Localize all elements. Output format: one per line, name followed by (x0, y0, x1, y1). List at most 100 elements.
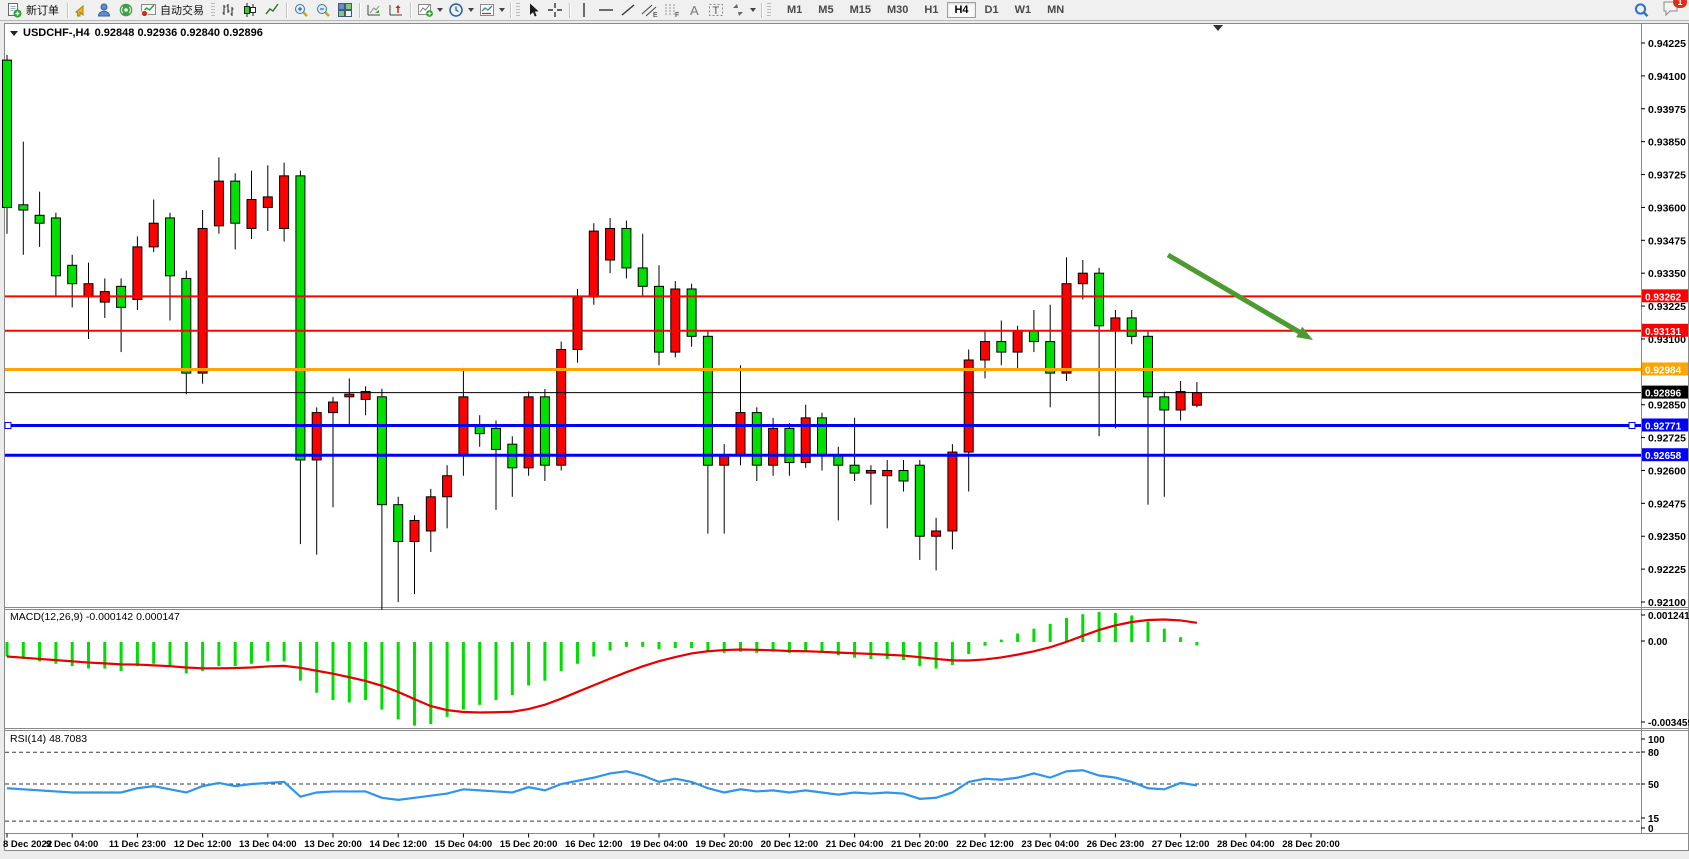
top-toolbar: 新订单 自动交易 (0, 0, 1689, 21)
time-tick-label: 26 Dec 23:00 (1087, 839, 1145, 850)
zoom-in-icon[interactable] (290, 1, 312, 20)
price-tick-label: 0.93350 (1648, 268, 1686, 280)
price-tick-label: 0.93475 (1648, 235, 1686, 247)
price-tag-label: 0.93131 (1645, 327, 1682, 338)
toolbar-right-group: 1 (1630, 0, 1680, 21)
chart-window-background (5, 24, 1689, 851)
chart-canvas[interactable]: 0.942250.941000.939750.938500.937250.936… (0, 0, 1689, 859)
timeframe-m1[interactable]: M1 (780, 2, 809, 18)
signals-icon[interactable] (93, 1, 115, 20)
svg-text:A: A (690, 3, 699, 18)
search-icon[interactable] (1630, 1, 1652, 20)
price-tick-label: 0.94225 (1648, 38, 1686, 50)
news-broadcast-icon[interactable] (115, 1, 137, 20)
line-selection-handle (1629, 422, 1635, 428)
chat-button[interactable]: 1 (1662, 0, 1680, 21)
fibonacci-tool-icon[interactable]: F (661, 1, 683, 20)
price-tick-label: 0.93600 (1648, 202, 1686, 214)
profiles-clock-icon[interactable] (445, 1, 467, 20)
price-tick-label: 0.92850 (1648, 400, 1686, 412)
new-order-label[interactable]: 新订单 (26, 2, 59, 18)
template-dropdown-caret[interactable] (499, 8, 505, 12)
time-tick-label: 14 Dec 12:00 (369, 839, 427, 850)
timeframe-d1[interactable]: D1 (978, 2, 1006, 18)
timeframe-m5[interactable]: M5 (811, 2, 840, 18)
timeframe-m30[interactable]: M30 (880, 2, 915, 18)
line-selection-handle (5, 422, 11, 428)
timeframe-mn[interactable]: MN (1040, 2, 1071, 18)
timeframe-h1[interactable]: H1 (917, 2, 945, 18)
time-tick-label: 19 Dec 20:00 (695, 839, 753, 850)
price-tick-label: 0.93975 (1648, 104, 1686, 116)
toolbar-separator (359, 3, 360, 18)
price-tick-label: 0.92725 (1648, 433, 1686, 445)
new-chart-dropdown-caret[interactable] (437, 8, 443, 12)
crosshair-icon[interactable] (544, 1, 566, 20)
autotrading-icon[interactable] (137, 1, 159, 20)
toolbar-separator (286, 3, 287, 18)
equidistant-channel-tool-icon[interactable]: E (639, 1, 661, 20)
time-tick-label: 13 Dec 04:00 (239, 839, 297, 850)
svg-text:F: F (675, 12, 679, 18)
line-chart-type-icon[interactable] (261, 1, 283, 20)
toolbar-separator (510, 3, 511, 18)
text-tool-icon[interactable]: A (683, 1, 705, 20)
symbol-dropdown-icon[interactable] (10, 31, 18, 36)
timeframe-m15[interactable]: M15 (843, 2, 878, 18)
new-chart-icon[interactable] (414, 1, 436, 20)
price-tag-label: 0.92658 (1645, 451, 1682, 462)
arrows-tool-icon[interactable] (727, 1, 749, 20)
time-tick-label: 13 Dec 20:00 (304, 839, 362, 850)
cursor-pointer-icon[interactable] (522, 1, 544, 20)
marketplace-icon[interactable] (71, 1, 93, 20)
toolbar-grip (767, 3, 771, 17)
time-tick-label: 28 Dec 20:00 (1282, 839, 1340, 850)
new-order-icon[interactable] (3, 1, 25, 20)
chart-shift-icon[interactable] (385, 1, 407, 20)
macd-axis-label: 0.001241 (1648, 611, 1689, 622)
price-tick-label: 0.94100 (1648, 71, 1686, 83)
timeframe-h4[interactable]: H4 (947, 2, 975, 18)
rsi-axis-label: 50 (1648, 780, 1660, 791)
symbol-period-label: USDCHF-,H4 (23, 27, 90, 39)
horizontal-line-tool-icon[interactable] (595, 1, 617, 20)
timeframe-w1[interactable]: W1 (1008, 2, 1039, 18)
trendline-tool-icon[interactable] (617, 1, 639, 20)
time-tick-label: 21 Dec 04:00 (826, 839, 884, 850)
time-tick-label: 11 Dec 23:00 (109, 839, 166, 850)
arrows-dropdown-caret[interactable] (750, 8, 756, 12)
auto-scroll-icon[interactable] (363, 1, 385, 20)
text-label-tool-icon[interactable]: T (705, 1, 727, 20)
time-tick-label: 22 Dec 12:00 (956, 839, 1014, 850)
profiles-dropdown-caret[interactable] (468, 8, 474, 12)
macd-axis-label: -0.003459 (1648, 718, 1689, 729)
time-tick-label: 15 Dec 20:00 (500, 839, 558, 850)
svg-text:T: T (713, 5, 720, 17)
chat-unread-badge: 1 (1673, 0, 1687, 8)
price-tag-label: 0.92771 (1645, 421, 1682, 432)
time-tick-label: 27 Dec 12:00 (1152, 839, 1210, 850)
price-tag-label: 0.92896 (1645, 389, 1682, 400)
time-tick-label: 19 Dec 04:00 (630, 839, 688, 850)
chart-header[interactable]: USDCHF-,H4 0.92848 0.92936 0.92840 0.928… (10, 27, 263, 39)
price-tick-label: 0.92475 (1648, 498, 1686, 510)
time-tick-label: 20 Dec 12:00 (761, 839, 819, 850)
price-tag-label: 0.92984 (1645, 365, 1682, 376)
time-tick-label: 21 Dec 20:00 (891, 839, 949, 850)
toolbar-grip (516, 3, 520, 17)
candlestick-chart-type-icon[interactable] (239, 1, 261, 20)
zoom-out-icon[interactable] (312, 1, 334, 20)
vertical-line-tool-icon[interactable] (573, 1, 595, 20)
rsi-indicator-label: RSI(14) 48.7083 (10, 733, 87, 745)
indicators-template-icon[interactable] (476, 1, 498, 20)
time-tick-label: 15 Dec 04:00 (435, 839, 493, 850)
price-tick-label: 0.93850 (1648, 137, 1686, 149)
ohlc-readout: 0.92848 0.92936 0.92840 0.92896 (95, 27, 263, 39)
time-tick-label: 9 Dec 04:00 (46, 839, 98, 850)
macd-indicator-label: MACD(12,26,9) -0.000142 0.000147 (10, 611, 180, 623)
bar-chart-type-icon[interactable] (217, 1, 239, 20)
tile-windows-icon[interactable] (334, 1, 356, 20)
price-tick-label: 0.92350 (1648, 531, 1686, 543)
rsi-axis-label: 80 (1648, 748, 1660, 759)
autotrading-label[interactable]: 自动交易 (160, 2, 204, 18)
